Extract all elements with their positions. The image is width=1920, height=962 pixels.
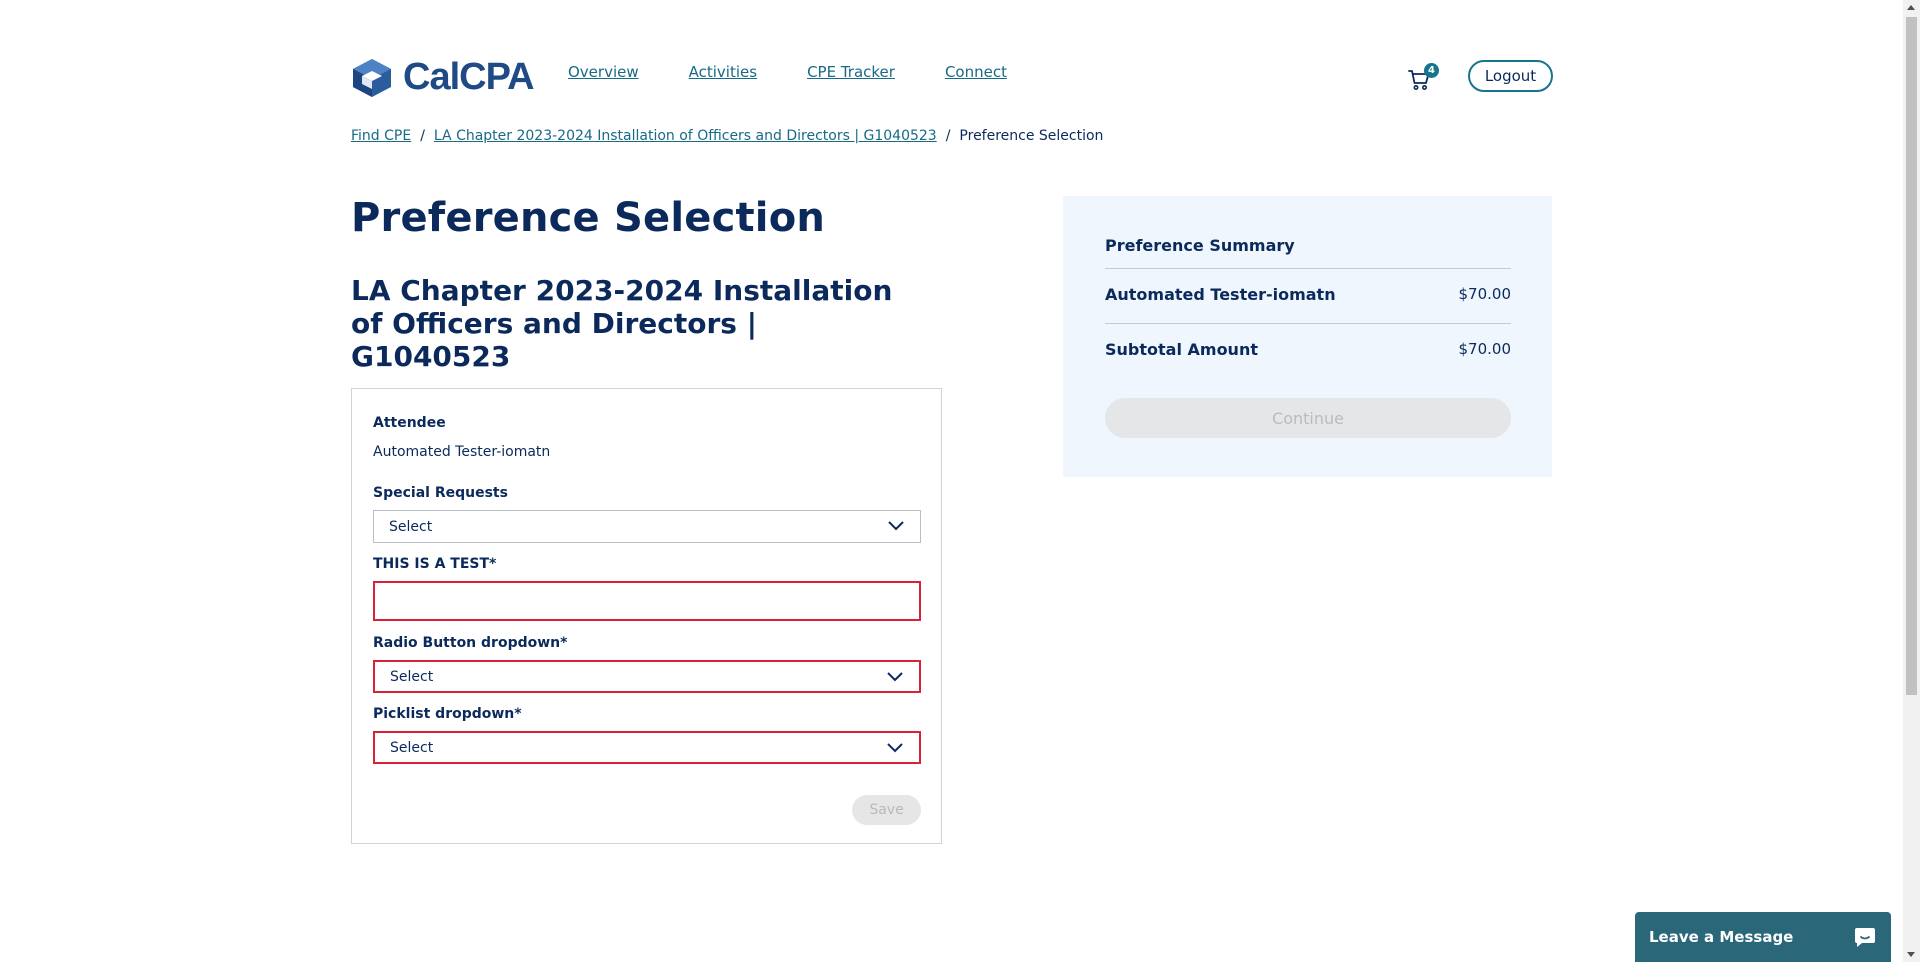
chevron-down-icon — [888, 521, 904, 531]
special-requests-label: Special Requests — [373, 485, 508, 501]
save-button[interactable]: Save — [852, 795, 921, 825]
event-title: LA Chapter 2023-2024 Installation of Off… — [351, 274, 893, 373]
logo-mark-icon — [353, 58, 391, 97]
picklist-value: Select — [390, 739, 434, 756]
chevron-down-icon — [887, 672, 903, 682]
scroll-down-icon[interactable] — [1907, 952, 1915, 957]
special-requests-value: Select — [389, 518, 433, 535]
summary-attendee-name: Automated Tester-iomatn — [1105, 285, 1336, 304]
subtotal-value: $70.00 — [1458, 340, 1512, 358]
calcpa-logo[interactable]: CalCPA — [351, 56, 535, 99]
summary-divider — [1105, 323, 1511, 324]
main-nav: Overview Activities CPE Tracker Connect — [568, 63, 1007, 81]
breadcrumb: Find CPE / LA Chapter 2023-2024 Installa… — [351, 128, 1103, 144]
nav-activities[interactable]: Activities — [689, 63, 757, 81]
cart-count-badge: 4 — [1424, 63, 1439, 78]
special-requests-select[interactable]: Select — [373, 510, 921, 543]
nav-cpe-tracker[interactable]: CPE Tracker — [807, 63, 895, 81]
breadcrumb-current: Preference Selection — [959, 128, 1104, 144]
attendee-name: Automated Tester-iomatn — [373, 444, 551, 460]
test-field-input[interactable] — [373, 581, 921, 621]
continue-button[interactable]: Continue — [1105, 398, 1511, 438]
site-header: CalCPA Overview Activities CPE Tracker C… — [351, 52, 1553, 98]
preference-form: Attendee Automated Tester-iomatn Special… — [351, 388, 942, 844]
attendee-label: Attendee — [373, 415, 446, 431]
picklist-label: Picklist dropdown* — [373, 706, 522, 722]
chevron-down-icon — [887, 743, 903, 753]
picklist-select[interactable]: Select — [373, 731, 921, 764]
nav-overview[interactable]: Overview — [568, 63, 639, 81]
logo-text: CalCPA — [403, 56, 535, 98]
leave-message-label: Leave a Message — [1649, 928, 1794, 946]
radio-dropdown-select[interactable]: Select — [373, 660, 921, 693]
scroll-up-icon[interactable] — [1907, 5, 1915, 10]
breadcrumb-event[interactable]: LA Chapter 2023-2024 Installation of Off… — [434, 128, 937, 144]
leave-message-widget[interactable]: Leave a Message — [1635, 912, 1891, 962]
radio-dropdown-value: Select — [390, 668, 434, 685]
page-scrollbar[interactable] — [1903, 0, 1920, 962]
chat-bubble-icon — [1855, 928, 1875, 947]
cart-button[interactable]: 4 — [1408, 62, 1440, 90]
test-field-label: THIS IS A TEST* — [373, 556, 497, 572]
subtotal-label: Subtotal Amount — [1105, 340, 1258, 359]
radio-dropdown-label: Radio Button dropdown* — [373, 635, 568, 651]
summary-divider — [1105, 268, 1511, 269]
summary-title: Preference Summary — [1105, 236, 1295, 255]
preference-summary: Preference Summary Automated Tester-ioma… — [1063, 196, 1552, 477]
page-title: Preference Selection — [351, 195, 826, 241]
summary-attendee-price: $70.00 — [1458, 285, 1512, 303]
breadcrumb-separator: / — [420, 128, 425, 144]
breadcrumb-separator: / — [945, 128, 951, 144]
breadcrumb-find-cpe[interactable]: Find CPE — [351, 128, 411, 144]
logout-button[interactable]: Logout — [1468, 60, 1553, 92]
scrollbar-thumb[interactable] — [1906, 17, 1917, 695]
nav-connect[interactable]: Connect — [945, 63, 1007, 81]
